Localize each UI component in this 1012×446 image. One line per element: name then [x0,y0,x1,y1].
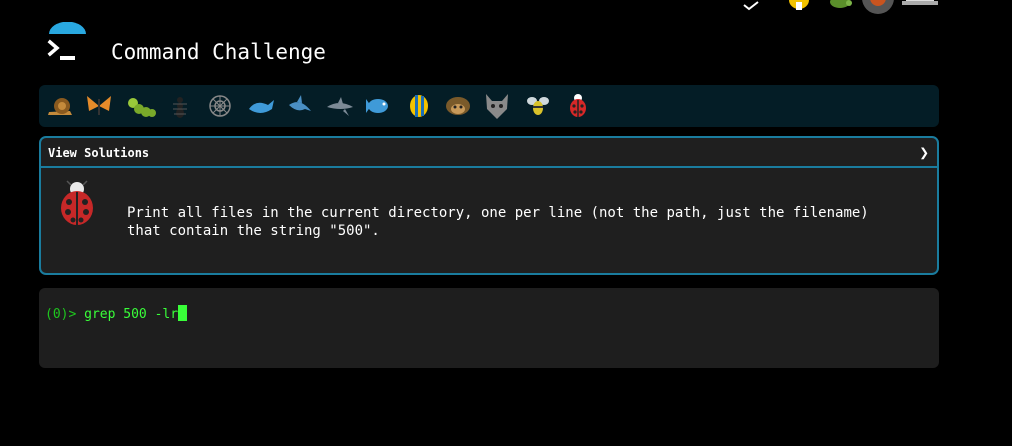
butterfly-icon[interactable] [84,91,114,121]
fish-icon[interactable] [363,91,393,121]
bee-icon[interactable] [523,91,553,121]
terminal-command-input[interactable]: grep 500 -lr [84,307,178,322]
snail-icon[interactable] [45,91,75,121]
view-solutions-toggle[interactable]: View Solutions ❯ [41,138,937,168]
view-solutions-label: View Solutions [48,146,150,160]
ladybug-icon [57,180,97,228]
page-title: Command Challenge [111,40,326,64]
user-avatar-icon[interactable] [862,0,894,14]
caterpillar-icon[interactable] [126,91,156,121]
hedgehog-icon[interactable] [443,91,473,121]
tropical-fish-icon[interactable] [404,91,434,121]
challenge-panel: View Solutions ❯ Print all files in the … [39,136,939,275]
terminal[interactable]: (0)> grep 500 -lr [39,288,939,368]
wolf-icon[interactable] [482,91,512,121]
terminal-logo-icon[interactable] [44,21,90,68]
chevron-right-icon[interactable]: ❯ [919,143,929,162]
ant-icon[interactable] [165,91,195,121]
laptop-icon[interactable] [902,0,938,6]
turtle-icon[interactable] [828,0,852,10]
challenge-task-text: Print all files in the current directory… [127,205,869,239]
check-icon[interactable] [742,0,760,11]
dolphin-icon[interactable] [325,91,355,121]
terminal-cursor [178,305,188,321]
challenge-creature-bar [39,85,939,127]
terminal-input-line[interactable]: (0)> grep 500 -lr [45,305,188,322]
whale-icon[interactable] [246,91,276,121]
trophy-icon[interactable] [786,0,812,12]
spider-web-icon[interactable] [205,91,235,121]
shark-icon[interactable] [285,91,315,121]
ladybug-icon[interactable] [563,91,593,121]
terminal-prompt: (0)> [45,307,85,322]
